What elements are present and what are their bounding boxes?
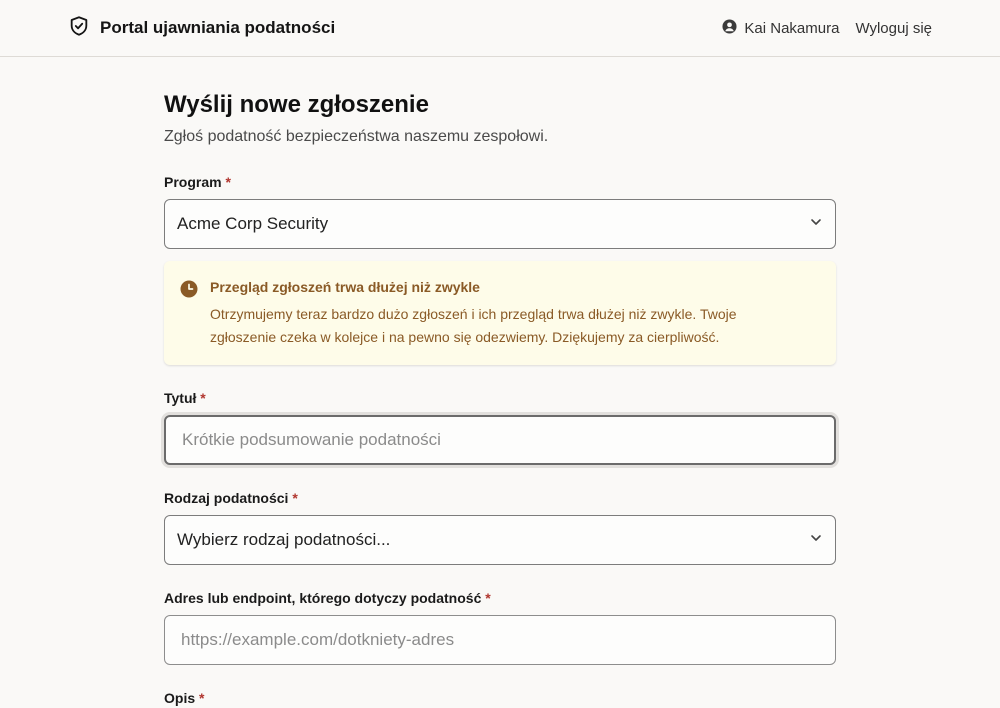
notice-banner: Przegląd zgłoszeń trwa dłużej niż zwykle…: [164, 261, 836, 365]
page-title: Wyślij nowe zgłoszenie: [164, 91, 429, 118]
program-select[interactable]: Acme Corp Security: [164, 199, 836, 249]
required-marker: *: [485, 590, 491, 606]
required-marker: *: [225, 174, 231, 190]
vulnerability-type-select[interactable]: Wybierz rodzaj podatności...: [164, 515, 836, 565]
user-circle-icon: [722, 18, 737, 38]
endpoint-label: Adres lub endpoint, którego dotyczy poda…: [164, 590, 491, 606]
endpoint-input[interactable]: [164, 615, 836, 665]
notice-title: Przegląd zgłoszeń trwa dłużej niż zwykle: [210, 279, 480, 295]
notice-body: Otrzymujemy teraz bardzo dużo zgłoszeń i…: [210, 303, 737, 349]
brand[interactable]: Portal ujawniania podatności: [68, 15, 336, 42]
logout-link[interactable]: Wyloguj się: [855, 20, 932, 37]
required-marker: *: [199, 690, 205, 706]
title-input[interactable]: [164, 415, 836, 465]
description-label: Opis *: [164, 690, 205, 706]
program-label: Program *: [164, 174, 231, 190]
required-marker: *: [200, 390, 206, 406]
app-title: Portal ujawniania podatności: [100, 18, 336, 37]
user-menu[interactable]: Kai Nakamura: [722, 18, 840, 38]
user-name: Kai Nakamura: [744, 19, 840, 37]
vulnerability-type-label: Rodzaj podatności *: [164, 490, 298, 506]
submission-form: Wyślij nowe zgłoszenie Zgłoś podatność b…: [164, 90, 836, 706]
user-area: Kai Nakamura Wyloguj się: [722, 18, 932, 38]
top-navigation-bar: Portal ujawniania podatności Kai Nakamur…: [0, 0, 1000, 57]
page-subtitle: Zgłoś podatność bezpieczeństwa naszemu z…: [164, 128, 549, 145]
vulnerability-type-value: Wybierz rodzaj podatności...: [177, 530, 391, 549]
required-marker: *: [292, 490, 298, 506]
notice-content: Przegląd zgłoszeń trwa dłużej niż zwykle…: [210, 279, 737, 365]
program-select-value: Acme Corp Security: [177, 214, 329, 233]
notice-body-line: zgłoszenie czeka w kolejce i na pewno si…: [210, 329, 720, 345]
clock-icon: [180, 280, 198, 365]
chevron-down-icon: [809, 530, 823, 550]
shield-check-icon: [68, 15, 90, 42]
chevron-down-icon: [809, 214, 823, 234]
notice-body-line: Otrzymujemy teraz bardzo dużo zgłoszeń i…: [210, 306, 737, 322]
title-label: Tytuł *: [164, 390, 206, 406]
